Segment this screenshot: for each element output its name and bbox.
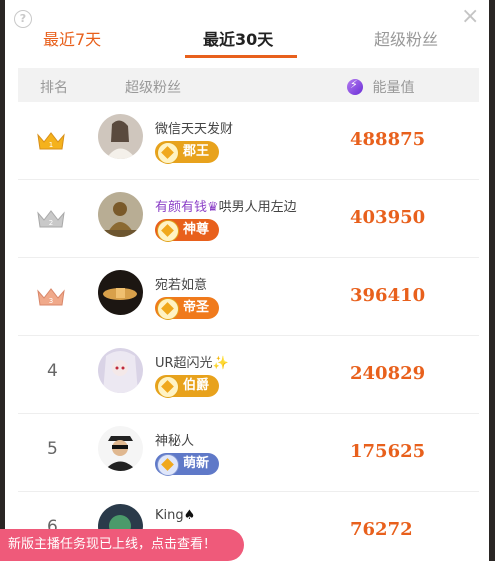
energy-icon (347, 78, 363, 95)
table-row[interactable]: 3 宛若如意 帝圣 396410 (18, 258, 479, 336)
table-row[interactable]: 5 神秘人 萌新 175625 (18, 414, 479, 492)
fan-name[interactable]: 宛若如意 (155, 274, 207, 293)
badge-icon (157, 376, 179, 398)
period-tabs: 最近7天 最近30天 超级粉丝 (5, 26, 489, 60)
notification-toast[interactable]: 新版主播任务现已上线，点击查看！ (0, 529, 244, 561)
energy-value: 76272 (350, 519, 413, 540)
crown-icon: ♛ (207, 200, 219, 215)
level-badge: 帝圣 (155, 297, 220, 320)
fan-name[interactable]: 有颜有钱♛哄男人用左边 (155, 196, 297, 215)
tab-recent-7-days[interactable]: 最近7天 (43, 26, 101, 50)
energy-value: 488875 (350, 129, 426, 150)
svg-text:3: 3 (49, 297, 53, 305)
avatar[interactable] (98, 192, 143, 237)
active-tab-indicator (185, 55, 297, 58)
fan-name[interactable]: UR超闪光✨ (155, 352, 229, 371)
table-header: 排名 超级粉丝 能量值 (18, 68, 479, 102)
fan-name[interactable]: King♠ (155, 508, 195, 523)
energy-value: 175625 (350, 441, 426, 462)
level-badge: 伯爵 (155, 375, 220, 398)
avatar[interactable] (98, 348, 143, 393)
header-rank: 排名 (40, 80, 68, 96)
fan-name[interactable]: 神秘人 (155, 430, 194, 449)
sparkle-icon: ✨ (212, 356, 229, 371)
table-row[interactable]: 2 有颜有钱♛哄男人用左边 神尊 403950 (18, 180, 479, 258)
spade-icon: ♠ (183, 508, 196, 523)
rank-number: 5 (47, 439, 58, 459)
rank-number: 4 (47, 361, 58, 381)
avatar[interactable] (98, 270, 143, 315)
energy-value: 396410 (350, 285, 426, 306)
avatar[interactable] (98, 114, 143, 159)
fan-name[interactable]: 微信天天发财 (155, 118, 233, 137)
energy-value: 240829 (350, 363, 426, 384)
fan-ranking-panel: ? × 最近7天 最近30天 超级粉丝 排名 超级粉丝 能量值 1 微信天天发财… (5, 0, 489, 561)
badge-icon (157, 454, 179, 476)
tab-recent-30-days[interactable]: 最近30天 (203, 26, 273, 50)
header-energy: 能量值 (347, 77, 414, 97)
silver-crown-icon: 2 (37, 210, 65, 228)
badge-icon (157, 142, 179, 164)
badge-icon (157, 220, 179, 242)
tab-super-fans[interactable]: 超级粉丝 (374, 26, 438, 50)
level-badge: 郡王 (155, 141, 220, 164)
badge-icon (157, 298, 179, 320)
table-row[interactable]: 1 微信天天发财 郡王 488875 (18, 102, 479, 180)
gold-crown-icon: 1 (37, 132, 65, 150)
energy-value: 403950 (350, 207, 426, 228)
level-badge: 神尊 (155, 219, 220, 242)
bronze-crown-icon: 3 (37, 288, 65, 306)
level-badge: 萌新 (155, 453, 220, 476)
table-row[interactable]: 4 UR超闪光✨ 伯爵 240829 (18, 336, 479, 414)
header-energy-label: 能量值 (372, 80, 415, 96)
close-icon[interactable]: × (461, 6, 479, 28)
svg-text:1: 1 (49, 141, 53, 149)
svg-text:2: 2 (49, 219, 53, 227)
header-fan: 超级粉丝 (125, 80, 181, 96)
avatar[interactable] (98, 426, 143, 471)
